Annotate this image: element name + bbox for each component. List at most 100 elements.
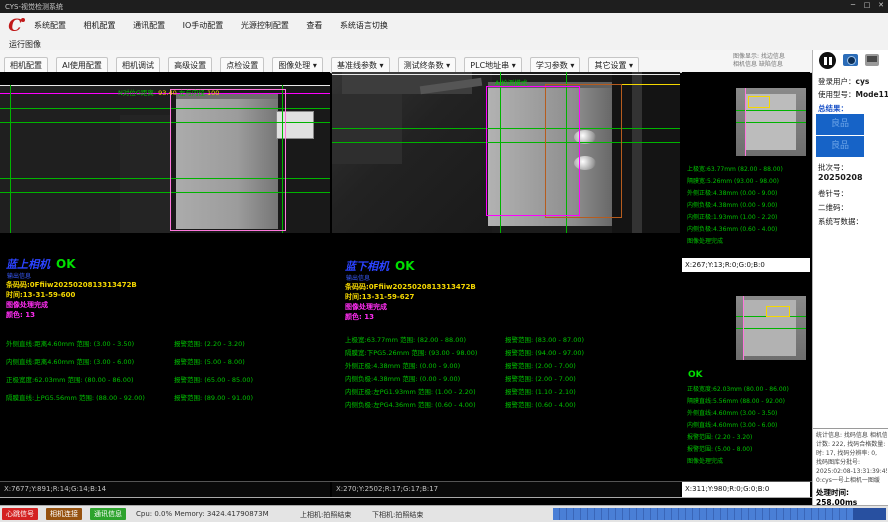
preview-text: 隔膜直线:5.56mm (88.00 - 92.00) [687, 396, 785, 405]
lower-camera-status: 下相机:拍照结束 [372, 510, 423, 520]
divider [0, 481, 812, 482]
menu-item-system-config[interactable]: 系统配置 [32, 20, 68, 31]
preview-text: 外侧直线:4.60mm (3.00 - 3.50) [687, 408, 777, 417]
stats-line: 统计信息: 找码信息 相机信息 [816, 431, 887, 440]
camera-image-upper[interactable]: N对位G距离: 93.40 左与内径:100 [0, 85, 330, 233]
heartbeat-badge: 心跳信号 [2, 508, 38, 520]
color-index-text: 颜色: 13 [345, 312, 374, 322]
measurement-row: 内侧正极:左PG1.93mm 范围: (1.00 - 2.20)报警范围: (1… [345, 386, 693, 396]
measurement-row: 隔膜宽:下PG5.26mm 范围: (93.00 - 98.00)报警范围: (… [345, 347, 693, 357]
ai-mode-annotation: AI检测模式 [495, 77, 527, 87]
camera-icon[interactable] [843, 54, 858, 66]
model-value: Mode11 [856, 90, 888, 99]
status-bar: 心跳信号 相机连接 通讯信息 Cpu: 0.0% Memory: 3424.41… [0, 505, 888, 522]
reel-label: 卷针号： [818, 188, 848, 199]
preview-text: 内侧直线:4.60mm (3.00 - 6.00) [687, 420, 777, 429]
close-icon[interactable]: ✕ [874, 1, 888, 9]
result-box-upper: 良品 [816, 114, 864, 135]
upper-camera-status: 上相机:拍照结束 [300, 510, 351, 520]
preview-text: 报警范围: (5.00 - 8.00) [687, 444, 752, 453]
preview-text: 报警范围: (2.20 - 3.20) [687, 432, 752, 441]
stats-line: 2025:02:08-13:31:39:45 [816, 467, 887, 476]
measurement-row: 内侧负极:4.38mm 范围: (0.00 - 9.00)报警范围: (2.00… [345, 373, 693, 383]
login-user-row: 登录用户：cys [818, 76, 869, 87]
maximize-icon[interactable]: □ [860, 1, 874, 9]
output-info-label: 输出信息 [346, 273, 370, 282]
process-status-text: 图像处理完成 [345, 302, 387, 312]
pixel-coords-readout: X:311;Y:980;R:0;G:0;B:0 [682, 482, 810, 497]
write-data-label: 系统写数据： [818, 216, 863, 227]
process-status-text: 图像处理完成 [6, 300, 48, 310]
menu-item-light-control[interactable]: 光源控制配置 [239, 20, 291, 31]
comm-info-badge: 通讯信息 [90, 508, 126, 520]
camera-image-lower[interactable]: AI检测模式 [332, 72, 680, 233]
measurement-row: 上极宽:63.77mm 范围: (82.00 - 88.00)报警范围: (83… [345, 334, 693, 344]
preview-text: 内侧负极:4.38mm (0.00 - 9.00) [687, 200, 777, 209]
tab-row: 运行图像 [0, 37, 888, 51]
pause-button[interactable] [819, 52, 836, 69]
process-time-text: 处理时间: 258.00ms [816, 487, 887, 507]
camera-result-title: 蓝下相机OK [345, 258, 415, 274]
batch-label: 批次号： [818, 162, 848, 173]
model-row: 使用型号：Mode11 [818, 89, 888, 100]
menu-item-camera-config[interactable]: 相机配置 [82, 20, 118, 31]
app-logo-icon: C [4, 15, 26, 37]
stats-line: 0:cys一号上相机一图缓 [816, 476, 887, 485]
preview-image-2[interactable] [736, 296, 806, 360]
stats-line: 计数: 222, 找码合格数量: [816, 440, 887, 449]
preview-text: 隔膜宽:5.26mm (93.00 - 98.00) [687, 176, 779, 185]
time-text: 时间:13-31-59-627 [345, 292, 414, 302]
preview-text: 正极宽度:62.03mm (80.00 - 86.00) [687, 384, 789, 393]
roi-rect-pink [170, 89, 286, 231]
measure-annotation: N对位G距离: 93.40 左与内径:100 [118, 87, 219, 97]
preview-text: 图像处理完成 [687, 236, 723, 245]
progress-bar-end [853, 508, 886, 520]
menu-item-io-manual[interactable]: IO手动配置 [181, 20, 226, 31]
preview-image-1[interactable] [736, 88, 806, 156]
measurement-row: 内侧负极:左PG4.36mm 范围: (0.60 - 4.00)报警范围: (0… [345, 399, 693, 409]
pixel-coords-readout: X:270;Y:2502;R:17;G:17;B:17 [332, 482, 680, 497]
stats-line: 找码图库分批号: [816, 458, 887, 467]
preview-panel-1: 上极宽:63.77mm (82.00 - 88.00) 隔膜宽:5.26mm (… [682, 72, 810, 272]
menu-item-language-switch[interactable]: 系统语言切换 [338, 20, 390, 31]
title-bar: CYS-视觉检测系统 ─ □ ✕ [0, 0, 888, 13]
login-user-value: cys [856, 77, 870, 86]
ok-badge: OK [688, 370, 703, 380]
progress-bar [553, 508, 853, 520]
camera-panel-upper: N对位G距离: 93.40 左与内径:100 蓝上相机OK 输出信息 条码码:0… [0, 72, 330, 497]
menu-bar: C 系统配置 相机配置 通讯配置 IO手动配置 光源控制配置 查看 系统语言切换 [0, 13, 888, 38]
time-text: 时间:13-31-59-600 [6, 290, 75, 300]
preview-text: 内侧正极:1.93mm (1.00 - 2.20) [687, 212, 777, 221]
preview-text: 图像处理完成 [687, 456, 723, 465]
roi-rect-magenta [486, 86, 580, 216]
toolbar-note: 图像显示: 找边信息 相机信息 缺陷信息 [733, 53, 811, 69]
device-icon[interactable] [865, 54, 879, 66]
tab-run-image[interactable]: 运行图像 [9, 39, 41, 50]
result-box-lower: 良品 [816, 136, 864, 157]
app-window: CYS-视觉检测系统 ─ □ ✕ C 系统配置 相机配置 通讯配置 IO手动配置… [0, 0, 888, 522]
measurement-row: 正极宽度:62.03mm 范围: (80.00 - 86.00)报警范围: (6… [6, 374, 336, 384]
divider [0, 497, 812, 498]
ok-badge: OK [56, 257, 76, 271]
camera-panel-lower: AI检测模式 蓝下相机OK 输出信息 条码码:0Ffiiw20250208133… [332, 72, 680, 497]
pixel-coords-readout: X:267;Y:13;R:0;G:0;B:0 [682, 258, 810, 272]
preview-panel-2: OK 正极宽度:62.03mm (80.00 - 86.00) 隔膜直线:5.5… [682, 274, 810, 497]
stats-line: 时: 17, 找码分辨率: 0, [816, 449, 887, 458]
menu-item-comm-config[interactable]: 通讯配置 [131, 20, 167, 31]
measurement-row: 内侧直线:距离4.60mm 范围: (3.00 - 6.00)报警范围: (5.… [6, 356, 336, 366]
toolbar: 相机配置 AI使用配置 相机调试 高级设置 点检设置 图像处理 ▾ 基准线参数 … [0, 50, 812, 73]
camera-link-badge: 相机连接 [46, 508, 82, 520]
menu-item-view[interactable]: 查看 [304, 20, 324, 31]
pixel-coords-readout: X:7677;Y:891;R:14;G:14;B:14 [0, 482, 330, 497]
minimize-icon[interactable]: ─ [846, 1, 860, 9]
batch-value: 20250208 [818, 173, 863, 182]
cpu-memory-text: Cpu: 0.0% Memory: 3424.41790873M [136, 510, 269, 518]
camera-result-title: 蓝上相机OK [6, 256, 76, 272]
measurement-row: 外侧直线:距离4.60mm 范围: (3.00 - 3.50)报警范围: (2.… [6, 338, 336, 348]
total-result-label: 总结果： [818, 103, 848, 114]
barcode-text: 条码码:0Ffiiw2025020813313472B [6, 280, 137, 290]
right-sidebar: 登录用户：cys 使用型号：Mode11 总结果： 良品 良品 批次号： 202… [812, 50, 888, 505]
preview-text: 内侧负极:4.36mm (0.60 - 4.00) [687, 224, 777, 233]
output-info-label: 输出信息 [7, 271, 31, 280]
preview-text: 上极宽:63.77mm (82.00 - 88.00) [687, 164, 783, 173]
